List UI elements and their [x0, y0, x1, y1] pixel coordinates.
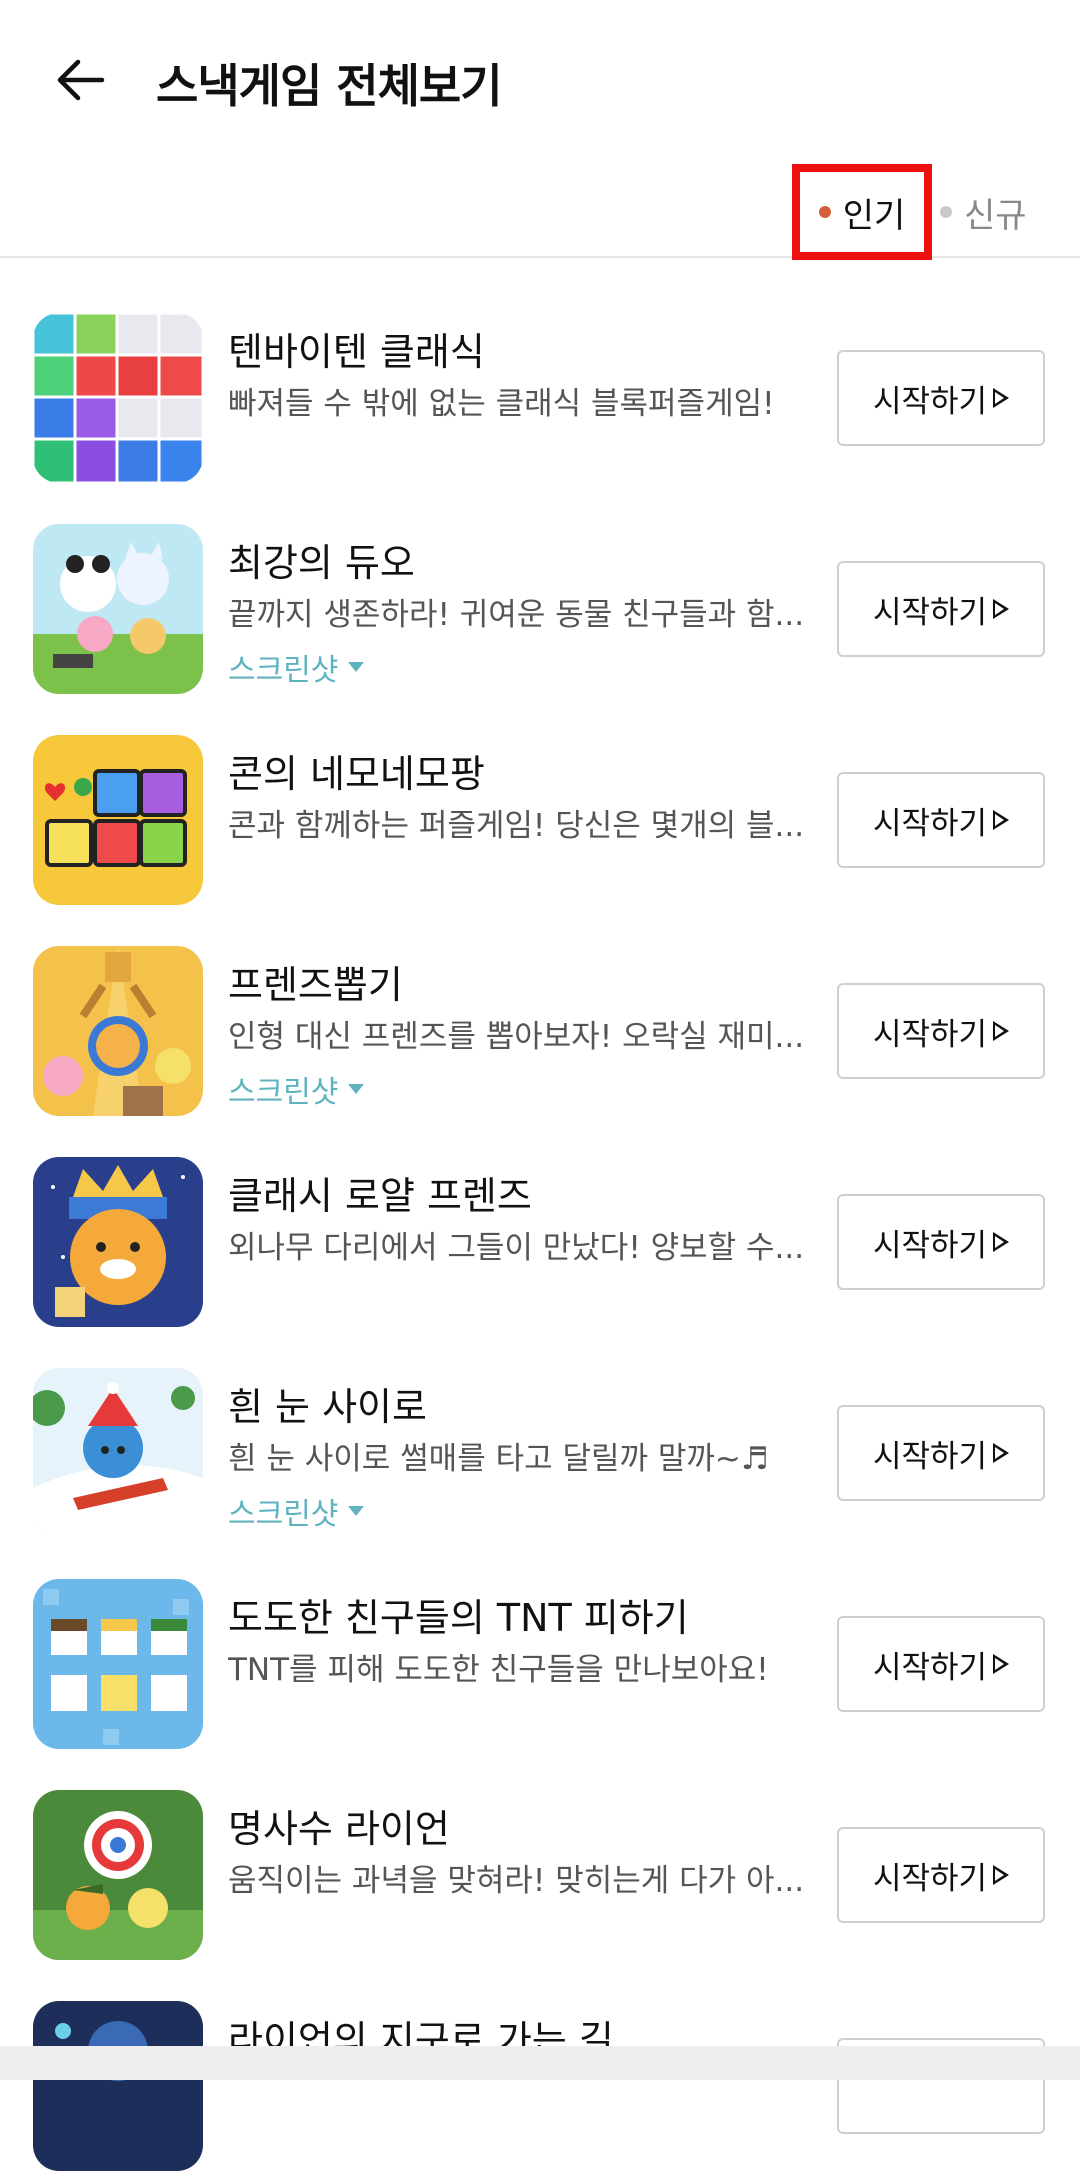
game-description: 인형 대신 프렌즈를 뽑아보자! 오락실 재미...: [228, 1019, 805, 1055]
sort-new-label: 신규: [964, 195, 1027, 236]
play-icon: [993, 810, 1010, 830]
game-description: 끝까지 생존하라! 귀여운 동물 친구들과 함...: [228, 597, 805, 633]
play-icon: [993, 1021, 1010, 1041]
game-name: 콘의 네모네모팡: [228, 752, 485, 796]
game-name: 도도한 친구들의 TNT 피하기: [228, 1596, 689, 1640]
caret-down-icon: [348, 1506, 365, 1516]
game-name: 클래시 로얄 프렌즈: [228, 1174, 532, 1218]
game-thumbnail[interactable]: [33, 1157, 203, 1327]
arrow-left-icon: [57, 59, 105, 101]
unselected-dot-icon: [940, 206, 952, 218]
sort-popular-tab[interactable]: 인기: [792, 164, 932, 260]
game-name: 최강의 듀오: [228, 541, 415, 585]
start-button[interactable]: 시작하기: [837, 1827, 1045, 1923]
start-button-label: 시작하기: [872, 1016, 988, 1053]
game-thumbnail[interactable]: [33, 1790, 203, 1960]
app-header: 스낵게임 전체보기: [0, 0, 1080, 160]
game-row[interactable]: 텐바이텐 클래식 빠져들 수 밖에 없는 클래식 블록퍼즐게임! 시작하기: [0, 258, 1080, 483]
game-description: 흰 눈 사이로 썰매를 타고 달릴까 말까~♬: [228, 1441, 769, 1477]
page-title: 스낵게임 전체보기: [156, 59, 503, 113]
start-button-label: 시작하기: [872, 1438, 988, 1475]
game-thumbnail[interactable]: [33, 946, 203, 1116]
play-icon: [993, 1654, 1010, 1674]
game-thumbnail[interactable]: [33, 2001, 203, 2171]
game-row[interactable]: 명사수 라이언 움직이는 과녁을 맞혀라! 맞히는게 다가 아... 시작하기: [0, 1735, 1080, 1960]
play-icon: [993, 1232, 1010, 1252]
game-info: 프렌즈뽑기 인형 대신 프렌즈를 뽑아보자! 오락실 재미... 스크린샷: [228, 961, 818, 1111]
back-button[interactable]: [40, 40, 120, 120]
game-description: 움직이는 과녁을 맞혀라! 맞히는게 다가 아...: [228, 1863, 805, 1899]
game-info: 최강의 듀오 끝까지 생존하라! 귀여운 동물 친구들과 함... 스크린샷: [228, 539, 818, 689]
game-description: TNT를 피해 도도한 친구들을 만나보아요!: [228, 1652, 769, 1688]
game-info: 클래시 로얄 프렌즈 외나무 다리에서 그들이 만났다! 양보할 수...: [228, 1172, 818, 1268]
game-row[interactable]: 프렌즈뽑기 인형 대신 프렌즈를 뽑아보자! 오락실 재미... 스크린샷 시작…: [0, 891, 1080, 1116]
play-icon: [993, 599, 1010, 619]
start-button[interactable]: 시작하기: [837, 1616, 1045, 1712]
sort-popular-label: 인기: [842, 195, 906, 236]
selected-dot-icon: [818, 206, 831, 218]
start-button[interactable]: 시작하기: [837, 350, 1045, 446]
start-button-label: 시작하기: [872, 383, 988, 420]
start-button[interactable]: 시작하기: [837, 983, 1045, 1079]
game-info: 텐바이텐 클래식 빠져들 수 밖에 없는 클래식 블록퍼즐게임!: [228, 328, 818, 424]
game-row[interactable]: 도도한 친구들의 TNT 피하기 TNT를 피해 도도한 친구들을 만나보아요!…: [0, 1524, 1080, 1749]
game-name: 명사수 라이언: [228, 1807, 450, 1851]
game-thumbnail[interactable]: [33, 313, 203, 483]
bottom-bar: [0, 2046, 1080, 2080]
start-button[interactable]: 시작하기: [837, 772, 1045, 868]
start-button[interactable]: 시작하기: [837, 1405, 1045, 1501]
sort-new-tab[interactable]: 신규: [940, 172, 1027, 252]
start-button-label: 시작하기: [872, 1227, 988, 1264]
game-thumbnail[interactable]: [33, 524, 203, 694]
start-button[interactable]: 시작하기: [837, 1194, 1045, 1290]
play-icon: [993, 1865, 1010, 1885]
game-description: 콘과 함께하는 퍼즐게임! 당신은 몇개의 블...: [228, 808, 805, 844]
start-button-label: 시작하기: [872, 805, 988, 842]
game-name: 텐바이텐 클래식: [228, 330, 485, 374]
game-thumbnail[interactable]: [33, 735, 203, 905]
game-row[interactable]: 클래시 로얄 프렌즈 외나무 다리에서 그들이 만났다! 양보할 수... 시작…: [0, 1102, 1080, 1327]
game-row[interactable]: 최강의 듀오 끝까지 생존하라! 귀여운 동물 친구들과 함... 스크린샷 시…: [0, 469, 1080, 694]
game-row[interactable]: 흰 눈 사이로 흰 눈 사이로 썰매를 타고 달릴까 말까~♬ 스크린샷 시작하…: [0, 1313, 1080, 1538]
caret-down-icon: [348, 1084, 365, 1094]
game-thumbnail[interactable]: [33, 1579, 203, 1749]
game-name: 프렌즈뽑기: [228, 963, 403, 1007]
game-description: 외나무 다리에서 그들이 만났다! 양보할 수...: [228, 1230, 805, 1266]
game-info: 도도한 친구들의 TNT 피하기 TNT를 피해 도도한 친구들을 만나보아요!: [228, 1594, 818, 1690]
start-button-label: 시작하기: [872, 594, 988, 631]
game-info: 흰 눈 사이로 흰 눈 사이로 썰매를 타고 달릴까 말까~♬ 스크린샷: [228, 1383, 818, 1533]
start-button[interactable]: 시작하기: [837, 561, 1045, 657]
play-icon: [993, 1443, 1010, 1463]
game-info: 명사수 라이언 움직이는 과녁을 맞혀라! 맞히는게 다가 아...: [228, 1805, 818, 1901]
game-thumbnail[interactable]: [33, 1368, 203, 1538]
game-row[interactable]: 콘의 네모네모팡 콘과 함께하는 퍼즐게임! 당신은 몇개의 블... 시작하기: [0, 680, 1080, 905]
caret-down-icon: [348, 662, 365, 672]
game-description: 빠져들 수 밖에 없는 클래식 블록퍼즐게임!: [228, 386, 775, 422]
start-button-label: 시작하기: [872, 1649, 988, 1686]
start-button-label: 시작하기: [872, 1860, 988, 1897]
play-icon: [993, 388, 1010, 408]
game-name: 흰 눈 사이로: [228, 1385, 427, 1429]
game-info: 콘의 네모네모팡 콘과 함께하는 퍼즐게임! 당신은 몇개의 블...: [228, 750, 818, 846]
